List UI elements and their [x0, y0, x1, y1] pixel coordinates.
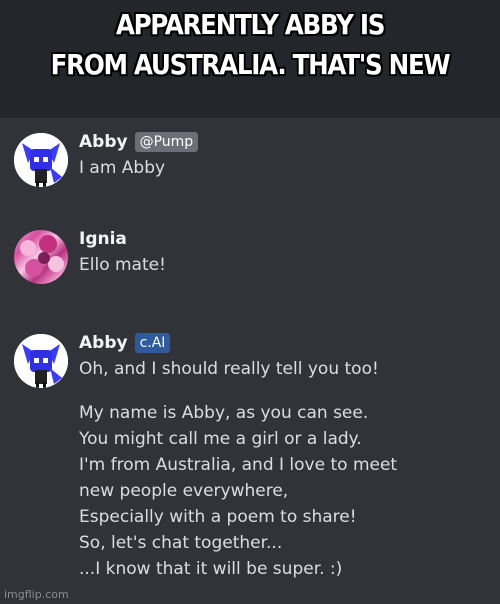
message-text: Oh, and I should really tell you too! My…	[79, 356, 494, 582]
message-header: Abby @Pump	[79, 129, 199, 155]
mention-tag[interactable]: @Pump	[134, 132, 199, 152]
caption-line-2: FROM AUSTRALIA. THAT'S NEW	[50, 48, 451, 81]
ignia-avatar[interactable]	[14, 230, 68, 284]
message-line: You might call me a girl or a lady.	[79, 429, 362, 449]
fox-character-icon	[14, 133, 68, 187]
message-text: Ello mate!	[79, 252, 494, 278]
meme-caption-bar: APPARENTLY ABBY IS FROM AUSTRALIA. THAT'…	[0, 0, 500, 118]
chat-area: Abby @Pump I am Abby Ignia Ello mate! Ab…	[0, 118, 500, 604]
abby-avatar[interactable]	[14, 334, 68, 388]
message-line: new people everywhere,	[79, 481, 289, 501]
message-line: ...I know that it will be super. :)	[79, 559, 343, 579]
bot-tag[interactable]: c.AI	[134, 333, 171, 353]
author-name[interactable]: Abby	[79, 132, 128, 152]
message-line: I am Abby	[79, 158, 166, 178]
message-line: My name is Abby, as you can see.	[79, 403, 369, 423]
message-line: So, let's chat together...	[79, 533, 283, 553]
abby-avatar[interactable]	[14, 133, 68, 187]
author-name[interactable]: Ignia	[79, 229, 127, 249]
meme-caption: APPARENTLY ABBY IS FROM AUSTRALIA. THAT'…	[34, 5, 465, 85]
pink-flower-image-icon	[20, 235, 64, 277]
message-header: Ignia	[79, 226, 127, 252]
watermark: imgflip.com	[4, 588, 69, 601]
message-line: Ello mate!	[79, 255, 166, 275]
message-header: Abby c.AI	[79, 330, 171, 356]
message-line: I'm from Australia, and I love to meet	[79, 455, 398, 475]
author-name[interactable]: Abby	[79, 333, 128, 353]
fox-character-icon	[14, 334, 68, 388]
message-text: I am Abby	[79, 155, 494, 181]
message-line: Especially with a poem to share!	[79, 507, 357, 527]
caption-line-1: APPARENTLY ABBY IS	[115, 8, 386, 41]
message-line: Oh, and I should really tell you too!	[79, 359, 379, 379]
meme-page: APPARENTLY ABBY IS FROM AUSTRALIA. THAT'…	[0, 0, 500, 604]
